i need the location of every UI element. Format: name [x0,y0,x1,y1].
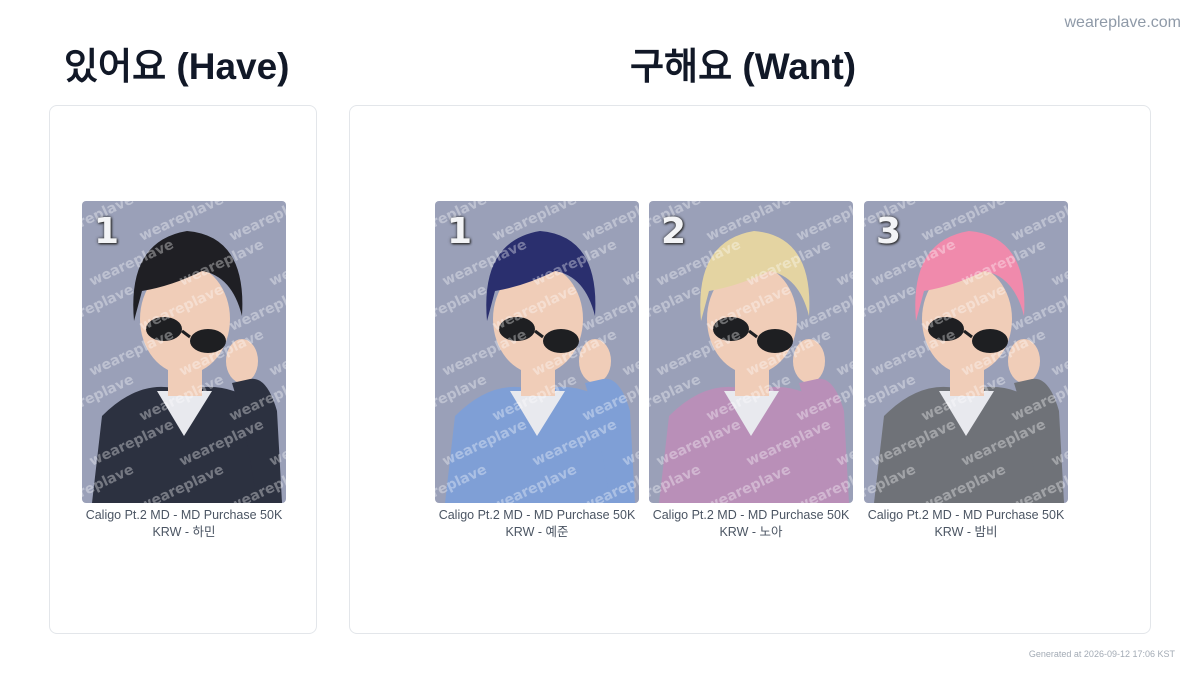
have-panel: 1 weareplave weareplave weareplave weareplav… [49,105,317,634]
card-number-label: 3 [876,211,902,252]
photocard-caption: Caligo Pt.2 MD - MD Purchase 50K KRW - 하… [85,508,283,539]
photocard[interactable]: 1 weareplave weareplave weareplave weareplav… [435,201,639,541]
photocard[interactable]: 1 weareplave weareplave weareplave weareplav… [82,201,286,541]
have-heading: 있어요 (Have) [64,46,290,87]
photocard-caption: Caligo Pt.2 MD - MD Purchase 50K KRW - 예… [438,508,636,539]
photocard-image: 3 weareplave weareplave weareplave weareplav… [864,201,1068,503]
card-number-label: 2 [661,211,687,252]
want-panel: 1 weareplave weareplave weareplave weareplav… [349,105,1151,634]
generated-timestamp: Generated at 2026-09-12 17:06 KST [1028,649,1175,659]
card-number-label: 1 [447,211,473,252]
photocard-caption: Caligo Pt.2 MD - MD Purchase 50K KRW - 노… [652,508,850,539]
want-heading: 구해요 (Want) [630,46,857,87]
photocard-caption: Caligo Pt.2 MD - MD Purchase 50K KRW - 밤… [867,508,1065,539]
photocard[interactable]: 2 weareplave weareplave weareplave weareplav… [649,201,853,541]
site-url: weareplave.com [1064,14,1182,31]
card-number-label: 1 [94,211,120,252]
photocard-image: 1 weareplave weareplave weareplave weareplav… [435,201,639,503]
photocard-image: 2 weareplave weareplave weareplave weareplav… [649,201,853,503]
photocard-image: 1 weareplave weareplave weareplave weareplav… [82,201,286,503]
photocard[interactable]: 3 weareplave weareplave weareplave weareplav… [864,201,1068,541]
